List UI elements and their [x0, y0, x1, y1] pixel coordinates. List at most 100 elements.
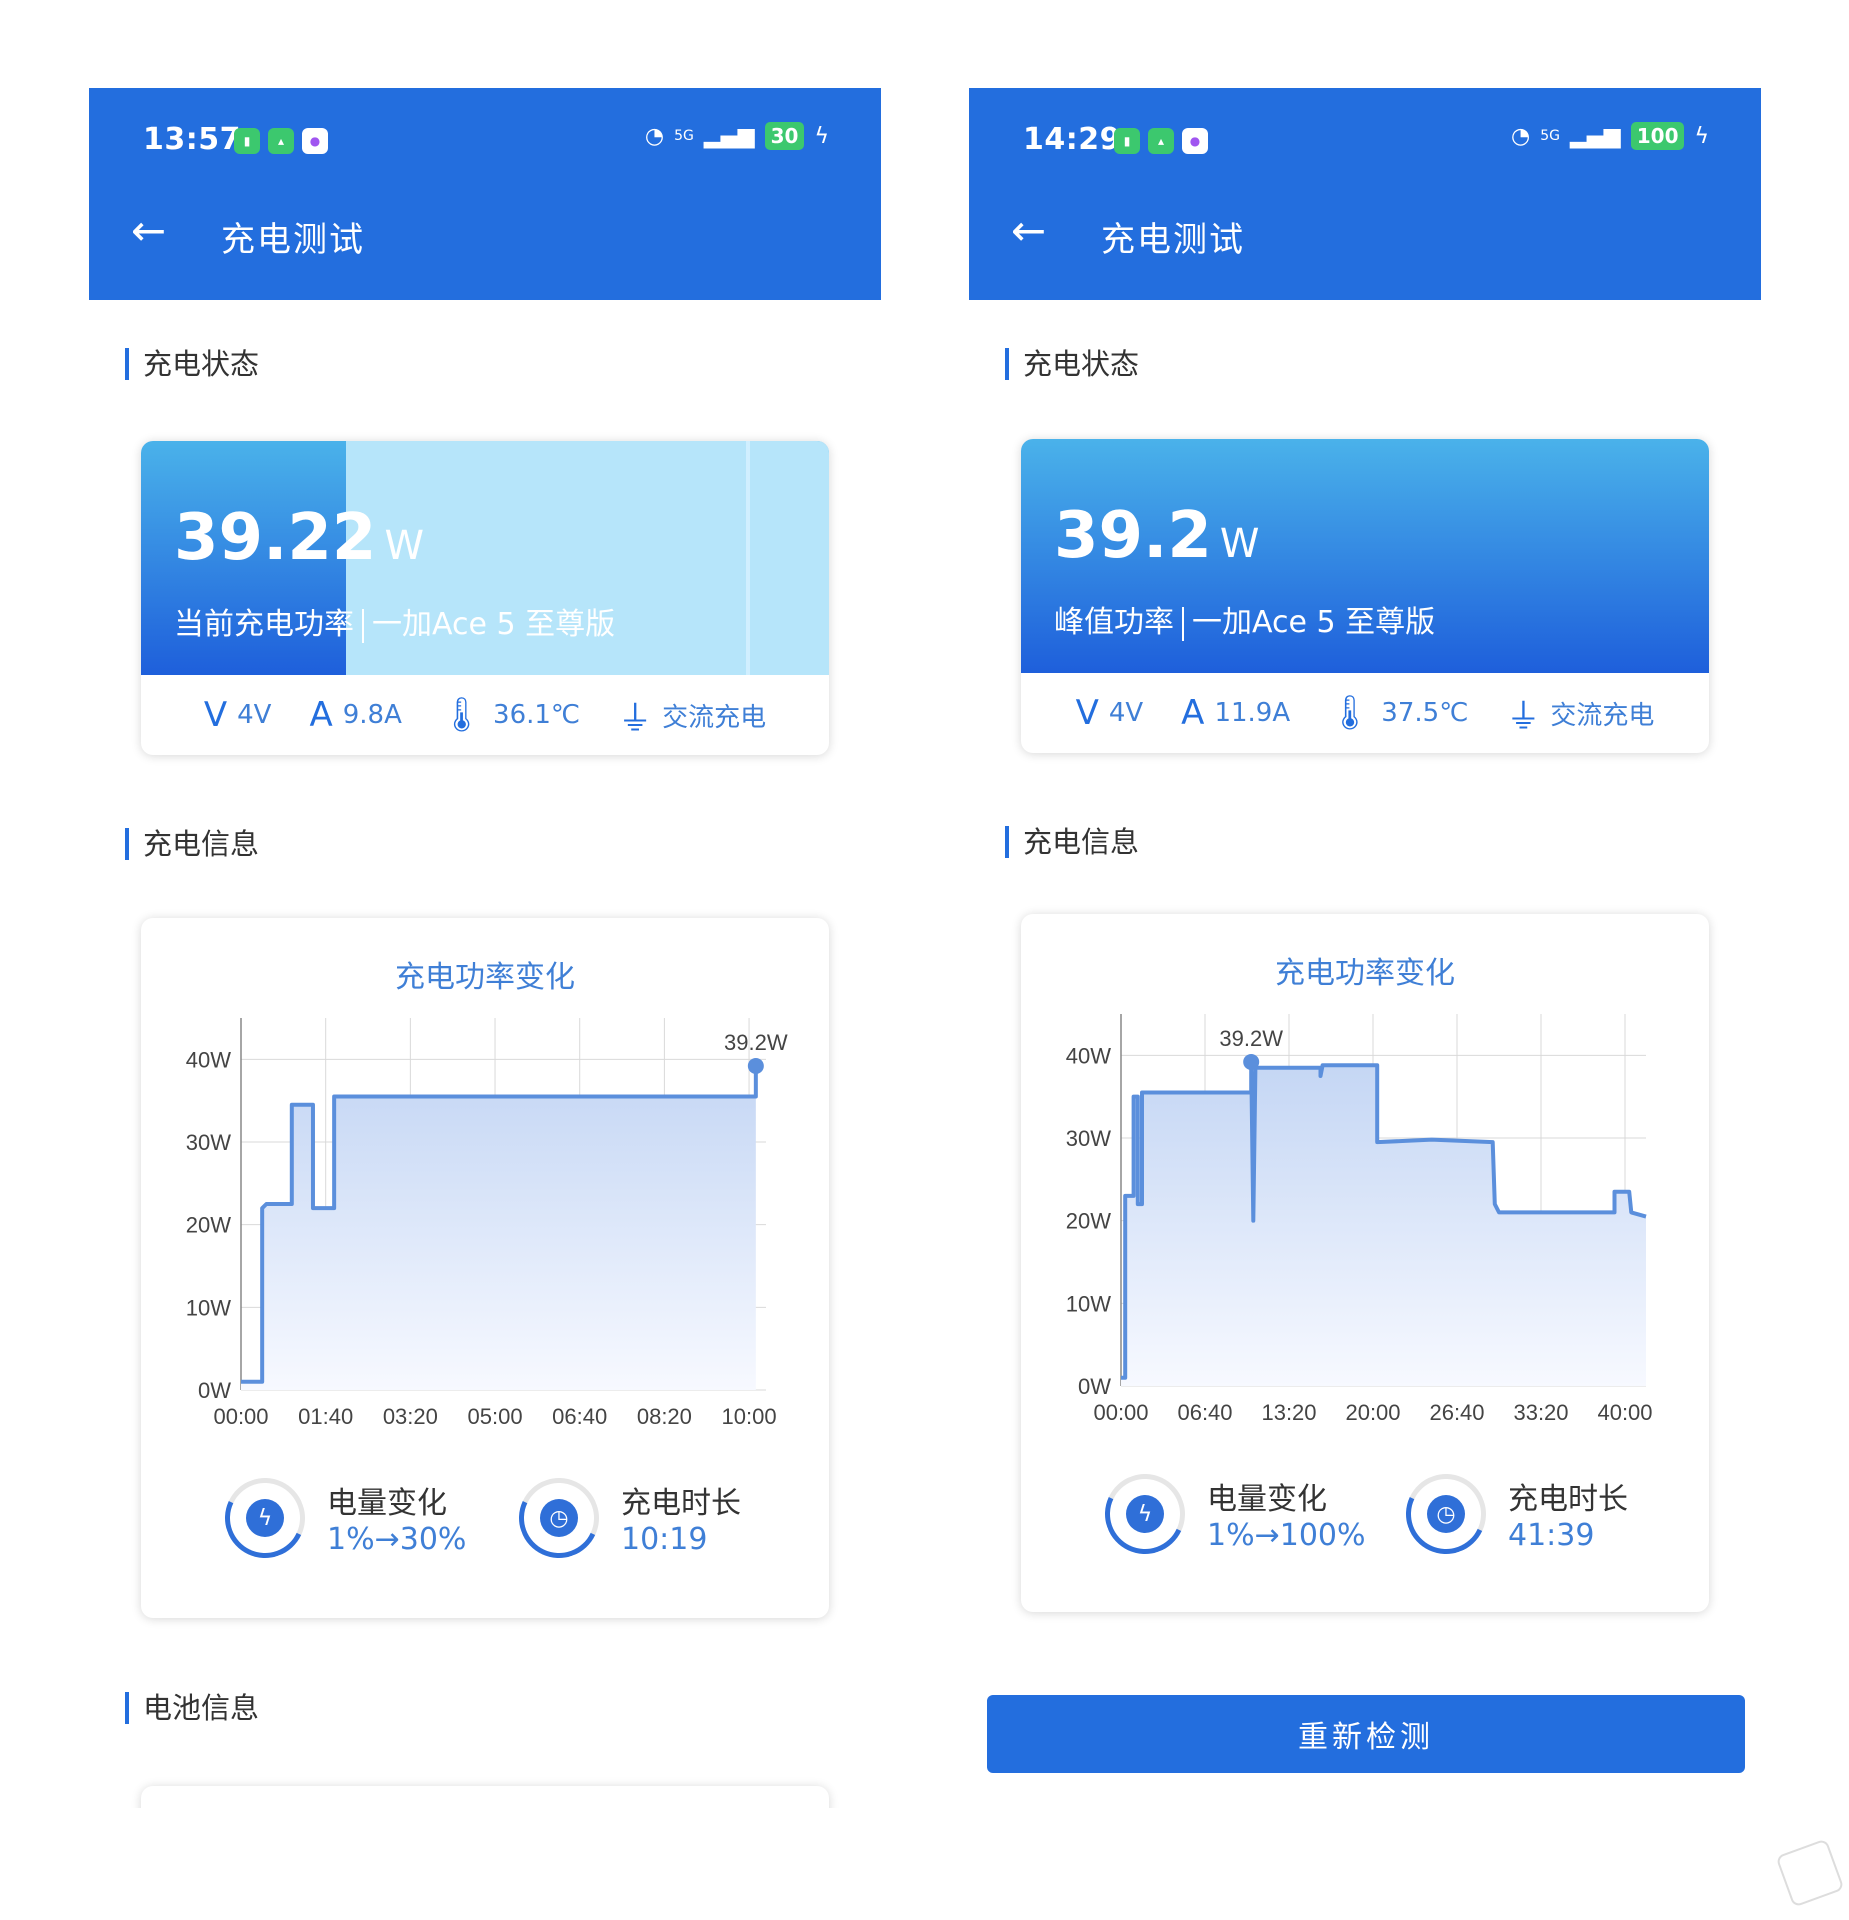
left-screen: 13:57 ▮ ▴ ● ◔ 5G ▂▄▆ 30 ϟ ← 充电测试 充电状态 39… [89, 88, 881, 1808]
back-arrow-icon[interactable]: ← [1011, 206, 1046, 255]
x-tick-label: 26:40 [1429, 1400, 1484, 1425]
android-notification-icon: ▴ [1148, 128, 1174, 154]
y-tick-label: 40W [186, 1047, 231, 1072]
status-time: 13:57 [143, 122, 241, 157]
app-notification-icon: ▮ [234, 128, 260, 154]
x-tick-label: 08:20 [637, 1404, 692, 1429]
y-tick-label: 20W [186, 1213, 231, 1238]
charge-stats: ϟ 电量变化 1%→100% ◷ 充电时长 41:39 [1021, 1462, 1709, 1574]
notification-icons: ▮ ▴ ● [1114, 128, 1208, 154]
peak-point [1243, 1053, 1260, 1070]
section-title-battery: 电池信息 [125, 1692, 259, 1724]
power-banner: 39.22 W 当前充电功率 一加Ace 5 至尊版 [141, 441, 829, 675]
status-right: ◔ 5G ▂▄▆ 30 ϟ [645, 122, 829, 150]
plug-icon: ⏚ [618, 698, 653, 739]
power-subtitle: 峰值功率 一加Ace 5 至尊版 [1054, 605, 1436, 641]
page-title: 充电测试 [1101, 220, 1245, 260]
signal-icon: 5G [674, 128, 694, 144]
app-notification-icon: ▮ [1114, 128, 1140, 154]
power-subtitle: 当前充电功率 一加Ace 5 至尊版 [174, 607, 616, 643]
charge-type-metric: ⏚ 交流充电 [1506, 689, 1654, 738]
power-value: 39.2 W [1054, 499, 1260, 573]
current-metric: A 11.9A [1181, 693, 1291, 733]
chart-title: 充电功率变化 [395, 960, 575, 995]
battery-level: 30 [764, 122, 805, 150]
x-tick-label: 05:00 [468, 1404, 523, 1429]
charging-icon: ϟ [1694, 123, 1709, 149]
battery-level: 100 [1630, 122, 1685, 150]
voltage-icon: V [203, 695, 228, 735]
voltage-metric: V 4V [1075, 693, 1144, 733]
temperature-metric: 🌡 37.5℃ [1328, 693, 1469, 733]
y-tick-label: 20W [1066, 1209, 1111, 1234]
section-title-status: 充电状态 [125, 348, 259, 380]
message-notification-icon: ● [302, 128, 328, 154]
chart-title: 充电功率变化 [1275, 956, 1455, 991]
charge-stats: ϟ 电量变化 1%→30% ◷ 充电时长 10:19 [141, 1466, 829, 1578]
x-tick-label: 00:00 [213, 1404, 268, 1429]
x-tick-label: 13:20 [1261, 1400, 1316, 1425]
x-tick-label: 01:40 [298, 1404, 353, 1429]
x-tick-label: 33:20 [1513, 1400, 1568, 1425]
status-time: 14:29 [1023, 122, 1121, 157]
status-metrics: V 4V A 9.8A 🌡 36.1℃ ⏚ 交流充电 [141, 675, 829, 755]
lightning-icon: ϟ [1126, 1495, 1164, 1533]
y-tick-label: 30W [1066, 1126, 1111, 1151]
watermark-logo [1775, 1838, 1845, 1908]
wifi-icon: ◔ [644, 123, 665, 149]
app-bar: 14:29 ▮ ▴ ● ◔ 5G ▂▄▆ 100 ϟ ← 充电测试 [969, 88, 1761, 300]
y-tick-label: 40W [1066, 1043, 1111, 1068]
peak-label: 39.2W [724, 1030, 788, 1055]
y-tick-label: 10W [186, 1295, 231, 1320]
charging-icon: ϟ [814, 123, 829, 149]
x-tick-label: 03:20 [383, 1404, 438, 1429]
status-right: ◔ 5G ▂▄▆ 100 ϟ [1511, 122, 1709, 150]
page-title: 充电测试 [221, 220, 365, 260]
temperature-metric: 🌡 36.1℃ [439, 695, 581, 735]
power-value: 39.22 W [174, 501, 424, 575]
x-tick-label: 06:40 [1177, 1400, 1232, 1425]
section-title-status: 充电状态 [1005, 348, 1139, 380]
x-tick-label: 40:00 [1597, 1400, 1652, 1425]
clock-icon: ◷ [1427, 1495, 1465, 1533]
message-notification-icon: ● [1182, 128, 1208, 154]
clock-icon: ◷ [540, 1499, 578, 1537]
status-metrics: V 4V A 11.9A 🌡 37.5℃ ⏚ 交流充电 [1021, 673, 1709, 753]
charging-status-card: 39.2 W 峰值功率 一加Ace 5 至尊版 V 4V A 11.9A 🌡 37.5℃ … [1021, 439, 1709, 753]
android-notification-icon: ▴ [268, 128, 294, 154]
section-title-info: 充电信息 [1005, 826, 1139, 858]
y-tick-label: 0W [1078, 1374, 1111, 1399]
recheck-button[interactable]: 重新检测 [987, 1695, 1745, 1773]
current-icon: A [1181, 693, 1205, 733]
series-area [241, 1065, 756, 1390]
charging-info-card: 充电功率变化 0W 10W 20W 30W 40W 00:00 01:40 03:20 05:0… [141, 918, 829, 1618]
thermometer-icon: 🌡 [1328, 693, 1372, 733]
x-tick-label: 10:00 [722, 1404, 777, 1429]
plug-icon: ⏚ [1506, 696, 1541, 737]
power-chart: 0W 10W 20W 30W 40W 00:00 01:40 03:20 05:00 06:40 0… [186, 1018, 788, 1429]
peak-label: 39.2W [1219, 1026, 1283, 1051]
voltage-metric: V 4V [203, 695, 272, 735]
x-tick-label: 06:40 [552, 1404, 607, 1429]
lightning-icon: ϟ [246, 1499, 284, 1537]
signal-icon: 5G [1540, 128, 1560, 144]
series-area [1121, 1061, 1646, 1386]
signal-bars-icon: ▂▄▆ [703, 123, 755, 149]
charge-type-metric: ⏚ 交流充电 [618, 691, 766, 740]
notification-icons: ▮ ▴ ● [234, 128, 328, 154]
back-arrow-icon[interactable]: ← [131, 206, 166, 255]
voltage-icon: V [1075, 693, 1099, 733]
y-tick-label: 30W [186, 1130, 231, 1155]
y-tick-label: 0W [198, 1378, 231, 1403]
x-tick-label: 00:00 [1093, 1400, 1148, 1425]
x-tick-label: 20:00 [1345, 1400, 1400, 1425]
power-banner: 39.2 W 峰值功率 一加Ace 5 至尊版 [1021, 439, 1709, 673]
power-chart: 0W 10W 20W 30W 40W 00:00 06:40 13:20 20:00 26:40 3… [1066, 1014, 1653, 1425]
current-metric: A 9.8A [309, 695, 402, 735]
current-icon: A [309, 695, 333, 735]
charging-status-card: 39.22 W 当前充电功率 一加Ace 5 至尊版 V 4V A 9.8A 🌡 36.1… [141, 441, 829, 755]
y-tick-label: 10W [1066, 1291, 1111, 1316]
wifi-icon: ◔ [1511, 123, 1531, 149]
peak-point [747, 1057, 764, 1074]
app-bar: 13:57 ▮ ▴ ● ◔ 5G ▂▄▆ 30 ϟ ← 充电测试 [89, 88, 881, 300]
